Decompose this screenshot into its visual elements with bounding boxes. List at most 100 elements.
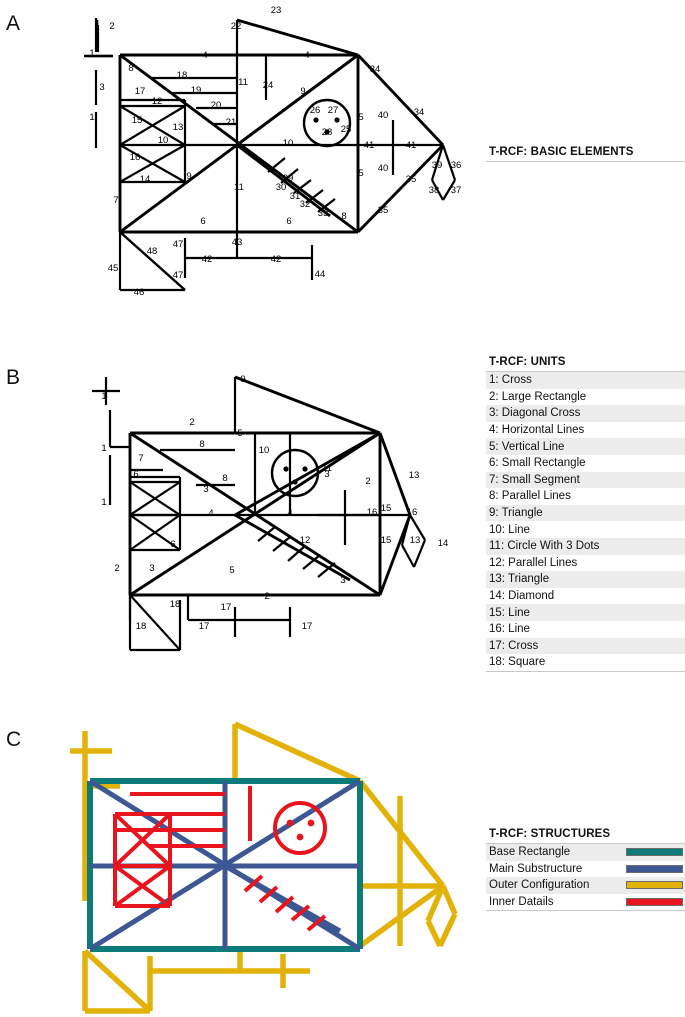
legend-b-row: 18: Square xyxy=(486,654,685,671)
legend-b-row-label: 5: Vertical Line xyxy=(489,440,565,453)
element-number-label: 18 xyxy=(136,621,147,632)
element-number-label: 13 xyxy=(410,535,421,546)
legend-b-row-label: 11: Circle With 3 Dots xyxy=(489,540,600,553)
element-number-label: 5 xyxy=(358,168,363,179)
legend-c: T-RCF: STRUCTURES Base Rectangle Main Sub… xyxy=(486,826,685,912)
legend-b-row-label: 9: Triangle xyxy=(489,507,543,520)
legend-c-rows: Base Rectangle Main Substructure Outer Con… xyxy=(486,844,685,912)
legend-c-row-label: Base Rectangle xyxy=(489,846,571,859)
legend-c-row: Inner Datails xyxy=(486,894,685,911)
element-number-label: 13 xyxy=(409,470,420,481)
legend-b-row: 13: Triangle xyxy=(486,571,685,588)
legend-color-swatch xyxy=(626,848,683,857)
element-number-label: 25 xyxy=(341,124,352,135)
element-number-label: 47 xyxy=(173,239,184,250)
element-number-label: 4 xyxy=(304,50,309,61)
panel-b-figure: 1 1 1 2 9 5 8 10 7 6 3 8 3 2 11 15 13 4 4 16 16 6 12 15 13 14 2 3 5 3… xyxy=(0,355,470,665)
element-number-label: 11 xyxy=(234,182,244,193)
legend-b-row-label: 16: Line xyxy=(489,623,530,636)
element-number-label: 2 xyxy=(264,591,269,602)
element-number-label: 5 xyxy=(358,112,363,123)
legend-b-row: 8: Parallel Lines xyxy=(486,488,685,505)
element-number-label: 24 xyxy=(263,80,274,91)
element-number-label: 11 xyxy=(322,463,332,474)
element-number-label: 43 xyxy=(232,237,243,248)
element-number-label: 35 xyxy=(378,205,389,216)
element-number-label: 1 xyxy=(101,497,106,508)
legend-b-row-label: 8: Parallel Lines xyxy=(489,490,571,503)
legend-b-row-label: 17: Cross xyxy=(489,639,539,652)
element-number-label: 5 xyxy=(237,428,242,439)
element-number-label: 34 xyxy=(414,107,425,118)
legend-color-swatch xyxy=(626,881,683,890)
legend-c-title: T-RCF: STRUCTURES xyxy=(486,826,685,844)
element-number-label: 2 xyxy=(109,21,114,32)
legend-b-row: 11: Circle With 3 Dots xyxy=(486,537,685,555)
element-number-label: 35 xyxy=(406,174,417,185)
element-number-label: 1 xyxy=(101,443,106,454)
element-number-label: 17 xyxy=(199,621,210,632)
element-number-label: 3 xyxy=(149,563,154,574)
element-number-label: 17 xyxy=(221,602,232,613)
element-number-label: 23 xyxy=(271,5,282,16)
legend-b-row-label: 3: Diagonal Cross xyxy=(489,407,581,420)
element-number-label: 41 xyxy=(364,140,375,151)
legend-c-row: Base Rectangle xyxy=(486,844,685,861)
element-number-label: 15 xyxy=(381,535,392,546)
element-number-label: 16 xyxy=(367,507,378,518)
legend-b-row: 5: Vertical Line xyxy=(486,438,685,455)
element-number-label: 7 xyxy=(138,453,143,464)
legend-b-row: 17: Cross xyxy=(486,637,685,655)
legend-b-row: 7: Small Segment xyxy=(486,471,685,489)
element-number-label: 27 xyxy=(328,105,339,116)
legend-b-row-label: 12: Parallel Lines xyxy=(489,556,578,569)
legend-b-row-label: 6: Small Rectangle xyxy=(489,457,586,470)
panel-a-figure: 2 1 3 1 8 4 18 11 17 19 12 20 13 21 15 10 16 14 9 7 45 46 48 47… xyxy=(0,0,470,320)
legend-c-row-label: Outer Configuration xyxy=(489,879,590,892)
element-number-label: 16 xyxy=(130,152,141,163)
legend-b-row: 3: Diagonal Cross xyxy=(486,405,685,422)
element-number-label: 8 xyxy=(222,473,227,484)
element-number-label: 10 xyxy=(259,445,270,456)
element-number-label: 40 xyxy=(378,110,389,121)
element-number-label: 9 xyxy=(186,171,191,182)
element-number-label: 3 xyxy=(340,575,345,586)
element-number-label: 19 xyxy=(191,85,202,96)
element-number-label: 39 xyxy=(432,160,443,171)
legend-a: T-RCF: BASIC ELEMENTS xyxy=(486,144,685,162)
element-number-label: 12 xyxy=(300,535,311,546)
legend-b-row-label: 7: Small Segment xyxy=(489,473,580,486)
element-number-label: 8 xyxy=(199,439,204,450)
element-number-label: 42 xyxy=(202,254,213,265)
legend-c-row: Main Substructure xyxy=(486,861,685,878)
element-number-label: 2 xyxy=(189,417,194,428)
element-number-label: 2 xyxy=(114,563,119,574)
element-number-label: 44 xyxy=(315,269,326,280)
element-number-label: 31 xyxy=(290,191,301,202)
element-number-label: 10 xyxy=(283,138,294,149)
element-number-label: 4 xyxy=(287,508,292,519)
element-number-label: 17 xyxy=(302,621,313,632)
element-number-label: 1 xyxy=(89,48,94,59)
legend-b-row: 9: Triangle xyxy=(486,504,685,522)
element-number-label: 8 xyxy=(128,63,133,74)
legend-b-row-label: 10: Line xyxy=(489,523,530,536)
element-number-label: 1 xyxy=(101,391,106,402)
rocf-diagram-a: 213184181117 1912 2013 2115101614 9745464847… xyxy=(84,5,462,298)
element-number-label: 36 xyxy=(451,160,462,171)
element-number-label: 3 xyxy=(203,484,208,495)
element-number-label: 17 xyxy=(135,86,146,97)
panel-c-figure: .cbase{stroke:#0e7b7b;fill:none;stroke-w… xyxy=(0,706,470,1017)
rocf-diagram-c: .cbase{stroke:#0e7b7b;fill:none;stroke-w… xyxy=(70,721,458,1014)
element-number-label: 13 xyxy=(173,122,184,133)
legend-b-row-label: 4: Horizontal Lines xyxy=(489,424,585,437)
element-number-label: 6 xyxy=(200,216,205,227)
legend-b-row: 2: Large Rectangle xyxy=(486,389,685,406)
element-number-label: 18 xyxy=(170,599,181,610)
legend-b-title: T-RCF: UNITS xyxy=(486,354,685,372)
element-number-label: 42 xyxy=(271,254,282,265)
element-number-label: 40 xyxy=(378,163,389,174)
element-number-label: 20 xyxy=(211,100,222,111)
legend-b-row-label: 14: Diamond xyxy=(489,590,555,603)
rocf-diagram-b: 1112958107638 321115134 4 16 166 12 15 13 142 3 53… xyxy=(92,374,448,652)
